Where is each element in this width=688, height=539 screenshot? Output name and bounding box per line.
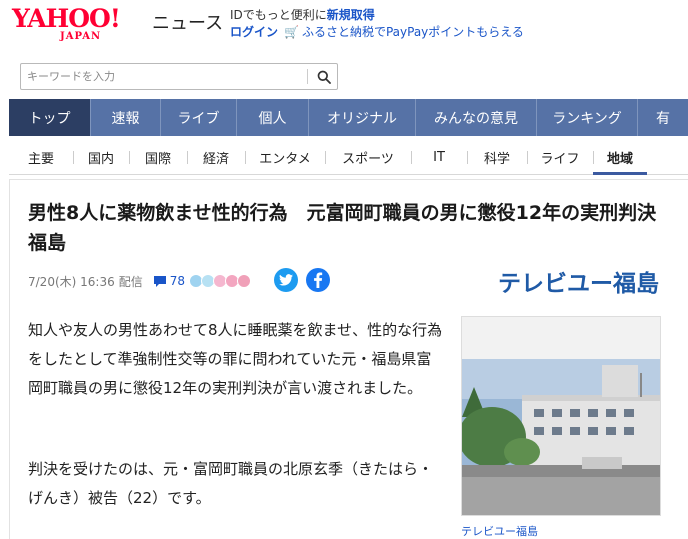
tab-domestic[interactable]: 国内 (73, 140, 129, 174)
article-photo[interactable] (461, 316, 661, 516)
tab-entertainment[interactable]: エンタメ (245, 140, 325, 174)
comment-icon[interactable] (153, 275, 167, 288)
article-paragraph: 知人や友人の男性あわせて8人に睡眠薬を飲ませ、性的な行為をしたとして準強制性交等… (28, 321, 443, 397)
nav-opinion[interactable]: みんなの意見 (416, 99, 537, 136)
search-box (20, 63, 338, 90)
facebook-icon (314, 272, 323, 288)
tab-science[interactable]: 科学 (467, 140, 527, 174)
signup-link[interactable]: 新規取得 (327, 8, 375, 22)
nav-original[interactable]: オリジナル (309, 99, 416, 136)
facebook-share-button[interactable] (306, 268, 330, 292)
tab-economy[interactable]: 経済 (187, 140, 245, 174)
site-header: YAHOO! JAPAN ニュース IDでもっと便利に新規取得 ログイン 🛒 ふるさ… (0, 0, 688, 50)
reaction-face-icon (237, 274, 252, 288)
nav-individual[interactable]: 個人 (237, 99, 309, 136)
category-nav: 主要 国内 国際 経済 エンタメ スポーツ IT 科学 ライフ 地域 (9, 140, 688, 175)
article-meta: 7/20(木) 16:36 配信 78 (28, 270, 252, 292)
comment-count[interactable]: 78 (170, 274, 185, 288)
promo-line-2: ログイン 🛒 ふるさと納税でPayPayポイントもらえる (230, 23, 524, 40)
nav-top[interactable]: トップ (9, 99, 91, 136)
search-input[interactable] (21, 64, 305, 89)
promo-line: IDでもっと便利に新規取得 (230, 6, 375, 23)
logo-text: YAHOO! (12, 4, 121, 33)
search-icon (317, 70, 331, 84)
twitter-share-button[interactable] (274, 268, 298, 292)
main-nav: トップ 速報 ライブ 個人 オリジナル みんなの意見 ランキング 有 (9, 99, 688, 136)
article-paragraph: 判決を受けたのは、元・富岡町職員の北原玄季（きたはら・げんき）被告（22）です。 (28, 460, 434, 507)
nav-ranking[interactable]: ランキング (537, 99, 638, 136)
reaction-faces[interactable] (189, 274, 252, 288)
tab-local[interactable]: 地域 (593, 140, 647, 175)
cart-icon: 🛒 (284, 25, 299, 39)
publish-date: 7/20(木) 16:36 (28, 274, 115, 289)
tab-sports[interactable]: スポーツ (325, 140, 411, 174)
search-button[interactable] (311, 64, 337, 89)
search-divider (307, 69, 308, 84)
delivery-label: 配信 (118, 274, 143, 289)
article-title: 男性8人に薬物飲ませ性的行為 元富岡町職員の男に懲役12年の実刑判決 福島 (28, 202, 676, 254)
tab-main[interactable]: 主要 (9, 140, 73, 174)
furusato-link[interactable]: ふるさと納税でPayPayポイントもらえる (302, 25, 524, 39)
yahoo-japan-logo[interactable]: YAHOO! JAPAN (12, 6, 150, 46)
nav-paid[interactable]: 有 (638, 99, 688, 136)
login-link[interactable]: ログイン (230, 25, 278, 39)
nav-live[interactable]: ライブ (161, 99, 237, 136)
tab-life[interactable]: ライフ (527, 140, 593, 174)
promo-text: IDでもっと便利に (230, 8, 327, 22)
nav-breaking[interactable]: 速報 (91, 99, 161, 136)
service-name[interactable]: ニュース (152, 9, 223, 35)
twitter-icon (279, 274, 293, 286)
provider-logo[interactable]: テレビユー福島 (498, 264, 659, 298)
tab-international[interactable]: 国際 (129, 140, 187, 174)
photo-caption[interactable]: テレビユー福島 (461, 523, 538, 539)
article: 男性8人に薬物飲ませ性的行為 元富岡町職員の男に懲役12年の実刑判決 福島 7/… (9, 179, 688, 539)
logo-sub: JAPAN (60, 31, 102, 42)
tab-it[interactable]: IT (411, 140, 467, 174)
